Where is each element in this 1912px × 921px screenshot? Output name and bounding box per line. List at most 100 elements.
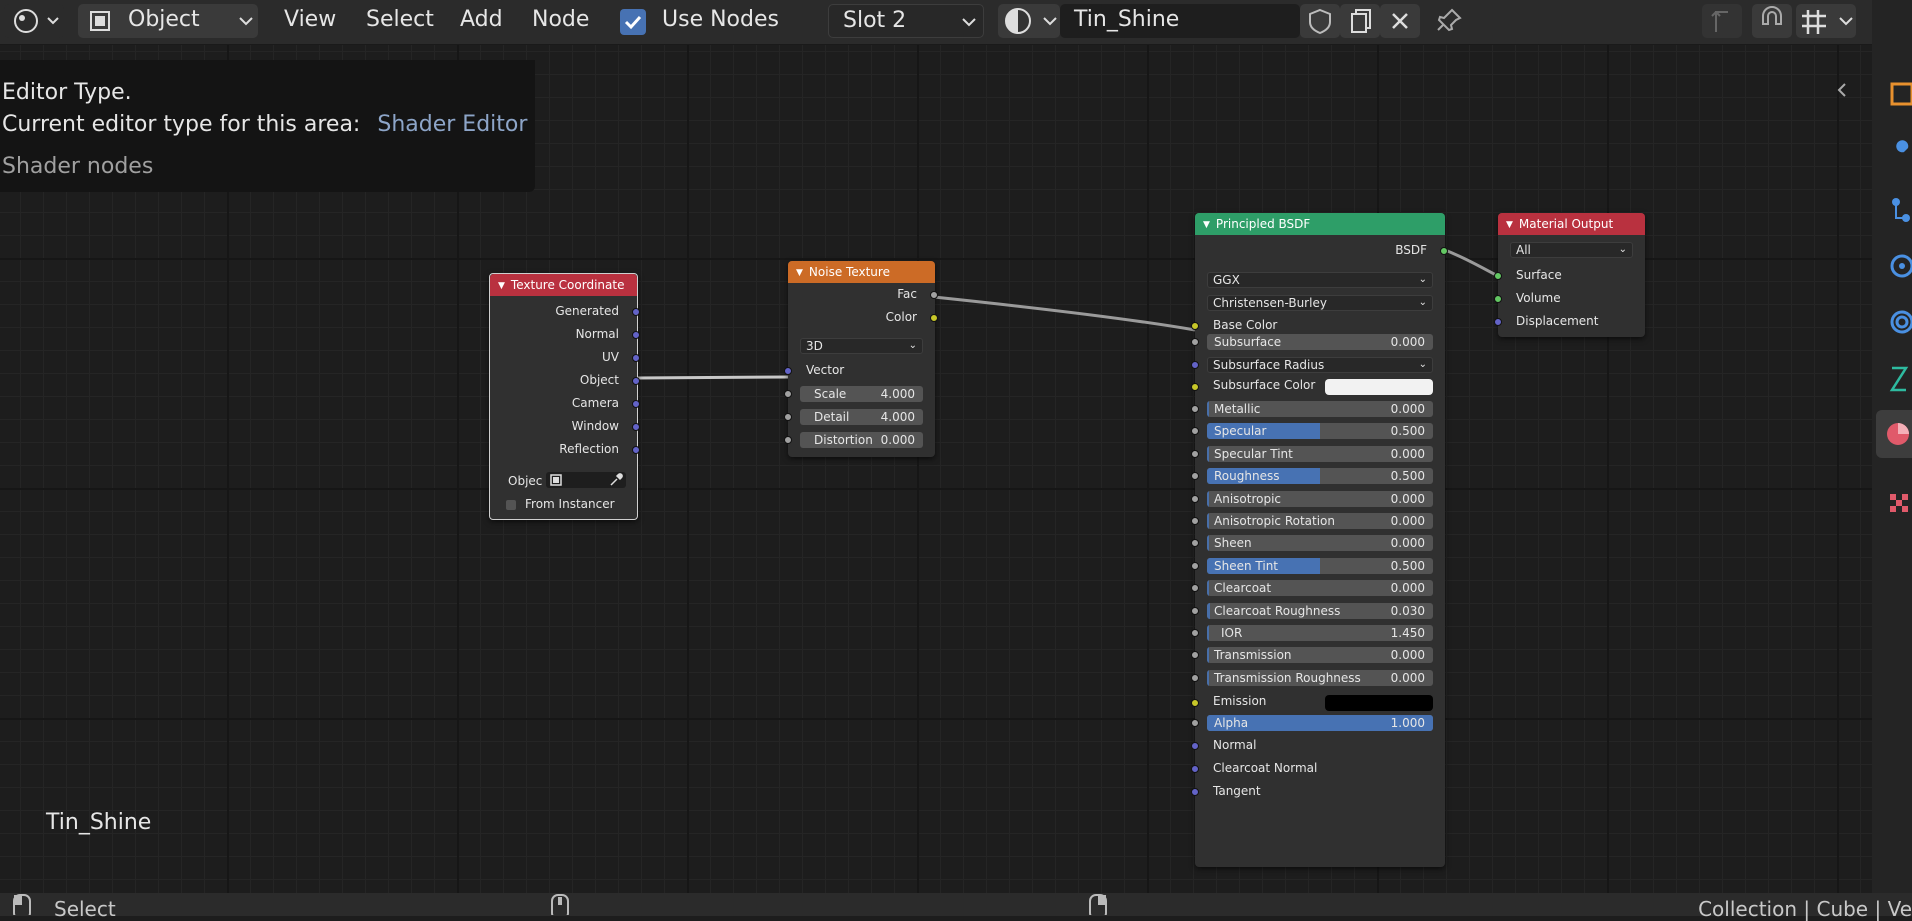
bsdf-field-clearcoat[interactable]: Clearcoat 0.000 <box>1207 580 1433 596</box>
socket-vector[interactable] <box>784 367 792 375</box>
material-tab[interactable] <box>1876 410 1912 458</box>
socket-base-color[interactable] <box>1191 322 1199 330</box>
use-nodes-checkbox[interactable] <box>620 9 646 35</box>
subsurface-radius-dropdown[interactable]: Subsurface Radius ⌄ <box>1207 357 1433 373</box>
snap-toggle-button[interactable] <box>1752 4 1792 38</box>
socket-clearcoat-normal[interactable] <box>1191 765 1199 773</box>
socket-normal[interactable] <box>632 331 640 339</box>
bsdf-field-metallic[interactable]: Metallic 0.000 <box>1207 401 1433 417</box>
subsurface-color-swatch[interactable] <box>1325 379 1433 395</box>
socket-normal[interactable] <box>1191 742 1199 750</box>
socket-bsdf[interactable] <box>1440 247 1448 255</box>
emission-color-swatch[interactable] <box>1325 695 1433 711</box>
menu-node[interactable]: Node <box>532 7 589 32</box>
socket-distortion[interactable] <box>784 436 792 444</box>
socket-displacement[interactable] <box>1494 318 1502 326</box>
noise-texture-node[interactable]: ▼ Noise Texture Fac Color 3D ⌄ Vector Sca… <box>784 261 938 457</box>
socket-transmission[interactable] <box>1191 651 1199 659</box>
target-dropdown[interactable]: All ⌄ <box>1510 242 1633 258</box>
bsdf-field-anisotropic-rotation[interactable]: Anisotropic Rotation 0.000 <box>1207 513 1433 529</box>
node-header[interactable]: ▼ Texture Coordinate <box>490 274 637 296</box>
fake-user-button[interactable] <box>1300 4 1340 38</box>
bsdf-field-clearcoat-roughness[interactable]: Clearcoat Roughness 0.030 <box>1207 603 1433 619</box>
tool-tab-icon[interactable] <box>1878 76 1912 116</box>
node-header[interactable]: ▼ Noise Texture <box>788 261 935 283</box>
socket-clearcoat[interactable] <box>1191 584 1199 592</box>
collapse-triangle-icon[interactable]: ▼ <box>498 281 505 291</box>
socket-volume[interactable] <box>1494 295 1502 303</box>
slot-dropdown[interactable]: Slot 2 <box>828 4 984 38</box>
collapse-sidebar-arrow-icon[interactable] <box>1832 80 1852 100</box>
bsdf-field-sheen[interactable]: Sheen 0.000 <box>1207 535 1433 551</box>
alpha-field[interactable]: Alpha 1.000 <box>1207 715 1433 731</box>
socket-surface[interactable] <box>1494 272 1502 280</box>
parent-node-tree-button[interactable] <box>1702 4 1742 38</box>
object-picker-field[interactable] <box>546 472 626 488</box>
socket-fac[interactable] <box>930 291 938 299</box>
socket-window[interactable] <box>632 423 640 431</box>
socket-specular-tint[interactable] <box>1191 450 1199 458</box>
menu-view[interactable]: View <box>284 7 336 32</box>
socket-generated[interactable] <box>632 308 640 316</box>
material-browse-button[interactable] <box>998 4 1060 38</box>
node-header[interactable]: ▼ Principled BSDF <box>1195 213 1445 235</box>
socket-ior[interactable] <box>1191 629 1199 637</box>
collapse-triangle-icon[interactable]: ▼ <box>1203 220 1210 230</box>
from-instancer-checkbox[interactable] <box>506 500 516 510</box>
socket-sheen-tint[interactable] <box>1191 562 1199 570</box>
use-nodes-label[interactable]: Use Nodes <box>662 7 779 32</box>
socket-sheen[interactable] <box>1191 539 1199 547</box>
socket-transmission-roughness[interactable] <box>1191 674 1199 682</box>
bsdf-field-specular-tint[interactable]: Specular Tint 0.000 <box>1207 446 1433 462</box>
editor-type-button[interactable] <box>4 4 64 38</box>
mode-dropdown[interactable]: Object <box>78 4 258 38</box>
socket-alpha[interactable] <box>1191 719 1199 727</box>
object-data-icon[interactable] <box>1878 360 1912 400</box>
dimensions-dropdown[interactable]: 3D ⌄ <box>800 338 923 354</box>
material-output-node[interactable]: ▼ Material Output All ⌄ Surface Volume Di… <box>1494 213 1645 337</box>
bsdf-field-sheen-tint[interactable]: Sheen Tint 0.500 <box>1207 558 1433 574</box>
socket-camera[interactable] <box>632 400 640 408</box>
socket-anisotropic-rotation[interactable] <box>1191 517 1199 525</box>
texture-icon[interactable] <box>1878 484 1912 524</box>
particles-icon[interactable] <box>1878 190 1912 230</box>
socket-color[interactable] <box>930 314 938 322</box>
texture-coordinate-node[interactable]: ▼ Texture Coordinate Generated Normal UV … <box>489 273 640 520</box>
distortion-field[interactable]: Distortion 0.000 <box>800 432 923 448</box>
snap-element-dropdown[interactable] <box>1796 4 1856 38</box>
wrench-icon[interactable] <box>1878 134 1912 174</box>
collapse-triangle-icon[interactable]: ▼ <box>1506 220 1513 230</box>
socket-clearcoat-roughness[interactable] <box>1191 607 1199 615</box>
principled-bsdf-node[interactable]: ▼ Principled BSDF BSDF GGX ⌄ Christensen-… <box>1191 213 1448 867</box>
collapse-triangle-icon[interactable]: ▼ <box>796 268 803 278</box>
socket-subsurface-color[interactable] <box>1191 383 1199 391</box>
bsdf-field-transmission-roughness[interactable]: Transmission Roughness 0.000 <box>1207 670 1433 686</box>
subsurface-method-dropdown[interactable]: Christensen-Burley ⌄ <box>1207 295 1433 311</box>
node-header[interactable]: ▼ Material Output <box>1498 213 1645 235</box>
bsdf-field-anisotropic[interactable]: Anisotropic 0.000 <box>1207 491 1433 507</box>
socket-specular[interactable] <box>1191 427 1199 435</box>
socket-reflection[interactable] <box>632 446 640 454</box>
socket-subsurface[interactable] <box>1191 338 1199 346</box>
distribution-dropdown[interactable]: GGX ⌄ <box>1207 272 1433 288</box>
menu-add[interactable]: Add <box>460 7 503 32</box>
socket-subsurface-radius[interactable] <box>1191 361 1199 369</box>
socket-detail[interactable] <box>784 413 792 421</box>
constraints-icon[interactable] <box>1878 302 1912 342</box>
socket-uv[interactable] <box>632 354 640 362</box>
socket-anisotropic[interactable] <box>1191 495 1199 503</box>
detail-field[interactable]: Detail 4.000 <box>800 409 923 425</box>
bsdf-field-specular[interactable]: Specular 0.500 <box>1207 423 1433 439</box>
menu-select[interactable]: Select <box>366 7 434 32</box>
socket-metallic[interactable] <box>1191 405 1199 413</box>
new-material-button[interactable] <box>1340 4 1380 38</box>
socket-object[interactable] <box>632 377 640 385</box>
socket-tangent[interactable] <box>1191 788 1199 796</box>
eyedropper-icon[interactable] <box>608 472 624 488</box>
bsdf-field-ior[interactable]: IOR 1.450 <box>1207 625 1433 641</box>
pin-button[interactable] <box>1430 4 1470 38</box>
socket-emission[interactable] <box>1191 699 1199 707</box>
physics-icon[interactable] <box>1878 246 1912 286</box>
socket-roughness[interactable] <box>1191 472 1199 480</box>
scale-field[interactable]: Scale 4.000 <box>800 386 923 402</box>
